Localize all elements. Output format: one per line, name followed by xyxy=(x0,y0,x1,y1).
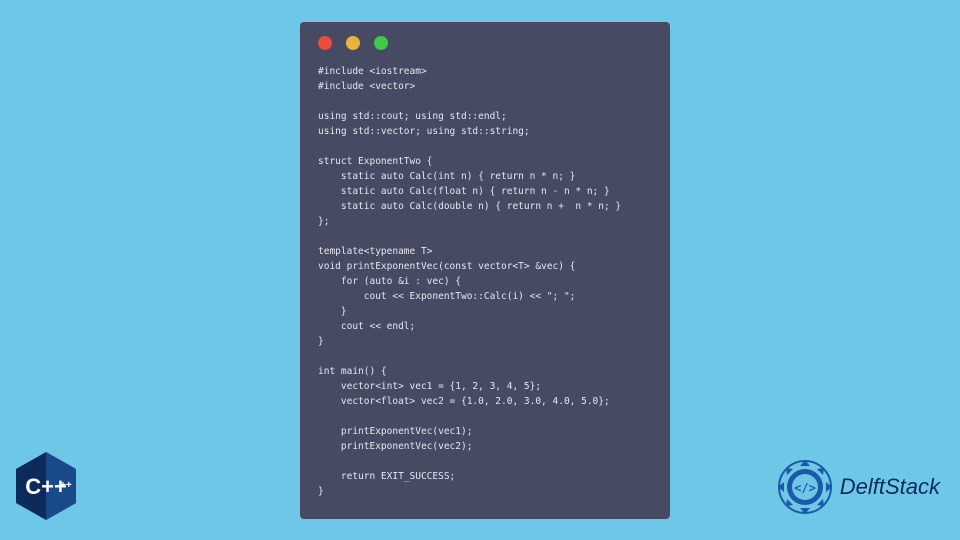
code-block: #include <iostream> #include <vector> us… xyxy=(318,64,652,499)
gear-icon: </> xyxy=(776,458,834,516)
maximize-icon xyxy=(374,36,388,50)
traffic-lights xyxy=(318,36,652,50)
svg-text:</>: </> xyxy=(794,481,816,495)
code-window: #include <iostream> #include <vector> us… xyxy=(300,22,670,519)
brand-logo: </> DelftStack xyxy=(776,458,940,516)
brand-name: DelftStack xyxy=(840,474,940,500)
cpp-badge-icon: C++ ++ xyxy=(14,450,78,522)
minimize-icon xyxy=(346,36,360,50)
close-icon xyxy=(318,36,332,50)
svg-text:++: ++ xyxy=(60,480,72,491)
